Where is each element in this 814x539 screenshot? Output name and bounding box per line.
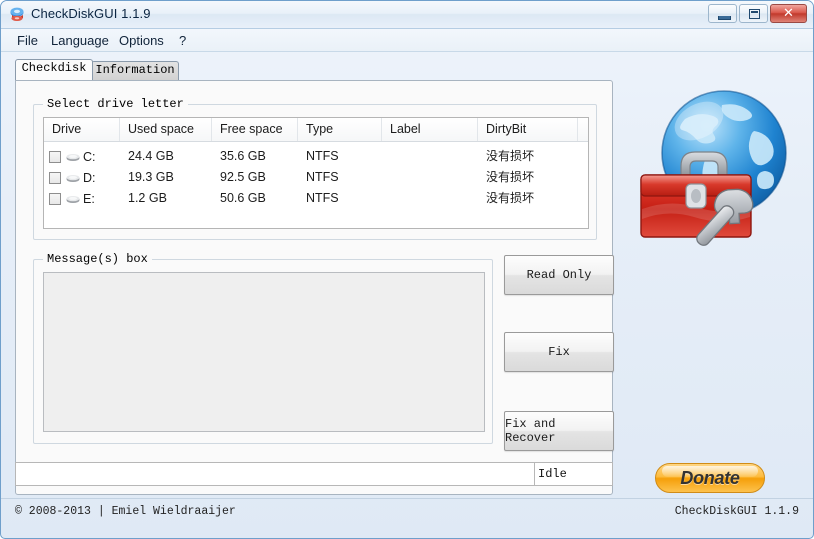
drive-checkbox[interactable] [49, 192, 61, 205]
drive-checkbox[interactable] [49, 171, 61, 184]
maximize-icon [749, 9, 760, 19]
dirtybit-cell: 没有损坏 [486, 170, 535, 184]
status-text: Idle [538, 467, 567, 481]
free-space-cell: 92.5 GB [220, 170, 266, 184]
menu-item-language[interactable]: Language [45, 32, 115, 49]
used-space-cell: 19.3 GB [128, 170, 174, 184]
app-window: CheckDiskGUI 1.1.9 ✕ File Language Optio… [0, 0, 814, 539]
minimize-icon [718, 16, 731, 20]
tab-checkdisk[interactable]: Checkdisk [15, 59, 93, 80]
globe-toolbox-logo [640, 90, 787, 246]
drive-cell[interactable]: E: [44, 188, 125, 209]
drive-cell[interactable]: D: [44, 167, 125, 188]
dirtybit-cell: 没有损坏 [486, 191, 535, 205]
disk-app-icon [10, 7, 24, 21]
minimize-button[interactable] [708, 4, 737, 23]
drive-letter: C: [83, 149, 96, 164]
messages-groupbox: Message(s) box [33, 252, 493, 444]
menu-item-file[interactable]: File [11, 32, 44, 49]
footer-divider [1, 498, 813, 499]
column-header-free-space[interactable]: Free space [212, 118, 298, 141]
used-space-cell: 1.2 GB [128, 191, 167, 205]
status-progress-area [16, 463, 535, 485]
drive-table[interactable]: Drive Used space Free space Type Label D… [43, 117, 589, 229]
drive-icon [66, 195, 80, 203]
free-space-cell: 50.6 GB [220, 191, 266, 205]
type-cell: NTFS [306, 191, 339, 205]
fix-and-recover-button[interactable]: Fix and Recover [504, 411, 614, 451]
column-header-drive[interactable]: Drive [44, 118, 120, 141]
label-cell [382, 188, 478, 209]
window-title: CheckDiskGUI 1.1.9 [31, 6, 151, 21]
column-header-label[interactable]: Label [382, 118, 478, 141]
free-space-cell: 35.6 GB [220, 149, 266, 163]
drive-checkbox[interactable] [49, 150, 61, 163]
message-textarea[interactable] [43, 272, 485, 432]
status-bar: Idle [15, 462, 613, 486]
drive-cell[interactable]: C: [44, 146, 125, 167]
drive-letter: D: [83, 170, 96, 185]
app-version-text: CheckDiskGUI 1.1.9 [674, 505, 799, 518]
select-drive-label: Select drive letter [43, 97, 188, 111]
tab-information[interactable]: Information [91, 61, 179, 80]
close-button[interactable]: ✕ [770, 4, 807, 23]
close-icon: ✕ [783, 6, 794, 21]
donate-label: Donate [680, 467, 740, 488]
drive-icon [66, 153, 80, 161]
drive-table-header: Drive Used space Free space Type Label D… [44, 118, 588, 142]
checkdisk-tab-panel: Select drive letter Drive Used space Fre… [15, 80, 614, 495]
read-only-button[interactable]: Read Only [504, 255, 614, 295]
table-row[interactable]: E: 1.2 GB 50.6 GB NTFS 没有损坏 [44, 188, 588, 209]
column-header-used-space[interactable]: Used space [120, 118, 212, 141]
title-bar: CheckDiskGUI 1.1.9 ✕ [1, 1, 813, 29]
type-cell: NTFS [306, 149, 339, 163]
label-cell [382, 146, 478, 167]
drive-icon [66, 174, 80, 182]
menu-bar: File Language Options ? [1, 29, 813, 52]
drive-letter: E: [83, 191, 95, 206]
table-row[interactable]: C: 24.4 GB 35.6 GB NTFS 没有损坏 [44, 146, 588, 167]
column-header-spacer [578, 118, 588, 141]
used-space-cell: 24.4 GB [128, 149, 174, 163]
fix-button[interactable]: Fix [504, 332, 614, 372]
dirtybit-cell: 没有损坏 [486, 149, 535, 163]
menu-item-options[interactable]: Options [113, 32, 170, 49]
column-header-type[interactable]: Type [298, 118, 382, 141]
copyright-text: © 2008-2013 | Emiel Wieldraaijer [15, 505, 236, 518]
select-drive-groupbox: Select drive letter Drive Used space Fre… [33, 97, 597, 240]
type-cell: NTFS [306, 170, 339, 184]
column-header-dirtybit[interactable]: DirtyBit [478, 118, 578, 141]
donate-button[interactable]: Donate [655, 463, 765, 493]
table-row[interactable]: D: 19.3 GB 92.5 GB NTFS 没有损坏 [44, 167, 588, 188]
maximize-button[interactable] [739, 4, 768, 23]
menu-item-help[interactable]: ? [173, 32, 192, 49]
label-cell [382, 167, 478, 188]
messages-label: Message(s) box [43, 252, 152, 266]
